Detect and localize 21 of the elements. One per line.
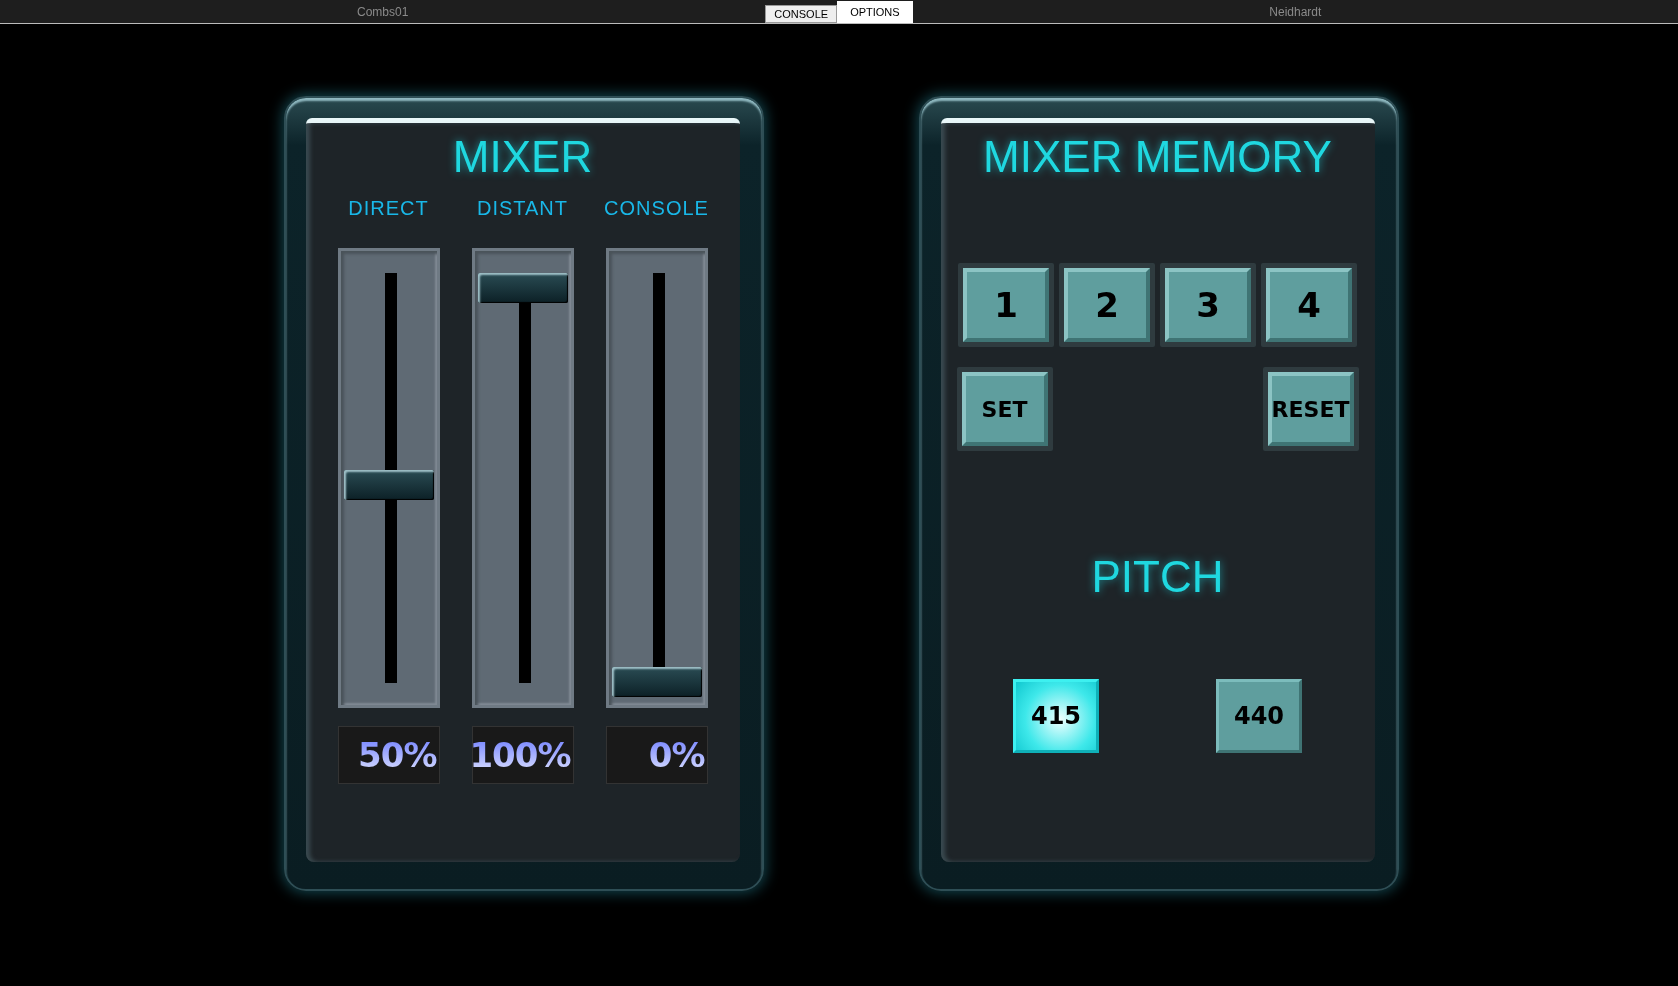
pitch-button[interactable]: 440	[1216, 679, 1302, 753]
tab[interactable]: OPTIONS	[837, 1, 913, 23]
project-name: Combs01	[357, 4, 409, 19]
panel-title: MIXER MEMORY	[983, 131, 1332, 183]
memory-slot-button[interactable]: 1	[963, 268, 1049, 342]
channel-label: CONSOLE	[604, 197, 709, 220]
fader-handle[interactable]	[343, 470, 434, 500]
user-name: Neidhardt	[1269, 4, 1322, 19]
memory-slot-button[interactable]: 4	[1266, 268, 1352, 342]
memory-slot-button[interactable]: 3	[1165, 268, 1251, 342]
memory-slot-button[interactable]: 2	[1064, 268, 1150, 342]
channel-label: DIRECT	[348, 197, 429, 220]
panel-title: MIXER	[452, 131, 593, 183]
memory-action-button[interactable]: SET	[961, 372, 1048, 446]
channel-label: DISTANT	[476, 197, 569, 220]
fader-handle[interactable]	[611, 667, 702, 697]
tab[interactable]: CONSOLE	[765, 5, 838, 23]
pitch-button[interactable]: 415	[1013, 679, 1099, 753]
memory-action-button[interactable]: RESET	[1267, 372, 1354, 446]
fader-handle[interactable]	[477, 273, 568, 303]
pitch-title: PITCH	[1091, 551, 1224, 603]
